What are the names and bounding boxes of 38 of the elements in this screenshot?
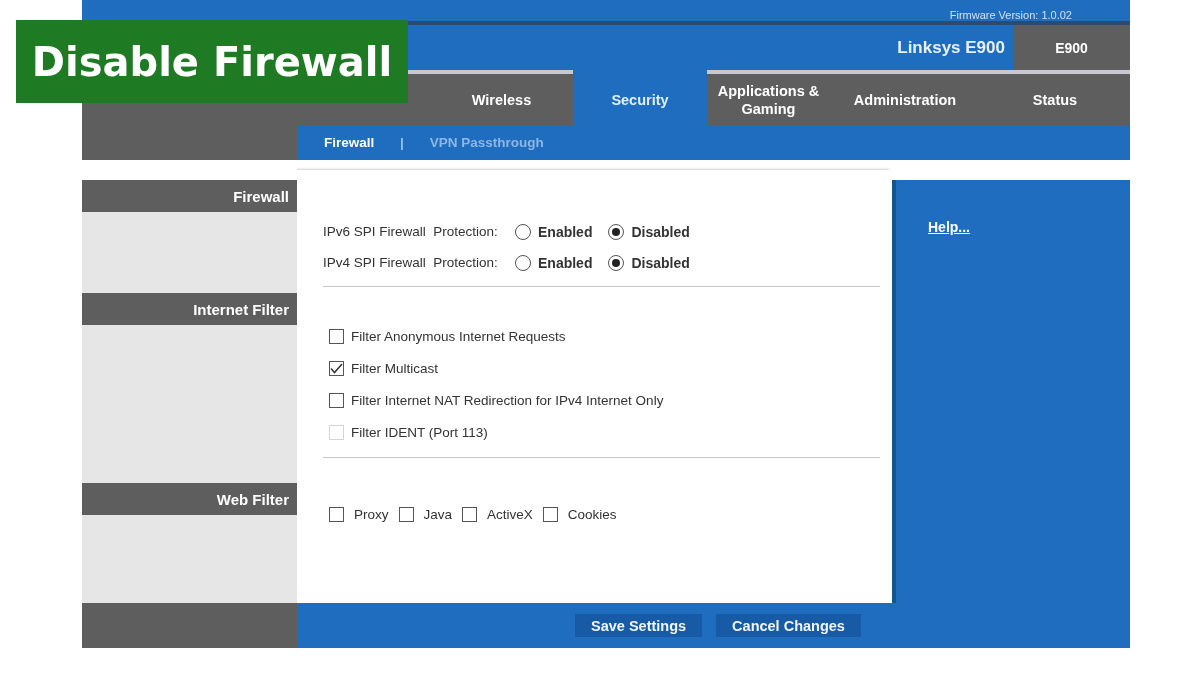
checkbox[interactable]: [329, 507, 344, 522]
checkbox-label: Filter IDENT (Port 113): [351, 425, 488, 440]
radio-label: Enabled: [538, 223, 593, 240]
radio-button[interactable]: [608, 223, 625, 240]
checkbox-label: Filter Multicast: [351, 361, 438, 376]
title-banner: Disable Firewall: [16, 20, 408, 103]
section-header: Firewall: [82, 180, 297, 212]
checkbox[interactable]: [462, 507, 478, 522]
cancel-button[interactable]: Cancel Changes: [716, 614, 861, 637]
checkbox[interactable]: [398, 507, 414, 522]
radio-button[interactable]: [608, 254, 625, 271]
save-button[interactable]: Save Settings: [575, 614, 703, 637]
checkbox-label: Cookies: [567, 507, 617, 522]
radio-button[interactable]: [515, 254, 531, 271]
checkbox-label: Filter Anonymous Internet Requests: [351, 329, 566, 344]
field-label: IPv4 SPI Firewall Protection:: [323, 255, 499, 270]
separator: |: [400, 135, 404, 150]
radio-label: Disabled: [631, 223, 690, 240]
product-name: Linksys E900: [897, 37, 1005, 58]
radio-label: Disabled: [631, 254, 690, 271]
checkbox-label: Filter Internet NAT Redirection for IPv4 Internet Only: [351, 393, 664, 408]
checkbox[interactable]: [329, 329, 344, 344]
model-label: E900: [1013, 25, 1130, 70]
nav-tab[interactable]: Security: [573, 70, 707, 125]
checkbox[interactable]: [542, 507, 558, 522]
radio-label: Enabled: [538, 254, 593, 271]
section-header: Internet Filter: [82, 293, 297, 325]
checkbox[interactable]: [329, 361, 344, 376]
radio-button[interactable]: [515, 223, 531, 240]
checkbox-label: ActiveX: [487, 507, 533, 522]
help-link[interactable]: Help...: [928, 219, 970, 235]
checkbox-label: Java: [423, 507, 453, 522]
section-header: Web Filter: [82, 483, 297, 515]
checkbox[interactable]: [329, 393, 344, 408]
field-label: IPv6 SPI Firewall Protection:: [323, 224, 499, 239]
subnav-link[interactable]: Firewall: [324, 135, 375, 150]
firmware-version: Firmware Version: 1.0.02: [949, 10, 1072, 21]
checkbox-label: Proxy: [354, 507, 389, 522]
